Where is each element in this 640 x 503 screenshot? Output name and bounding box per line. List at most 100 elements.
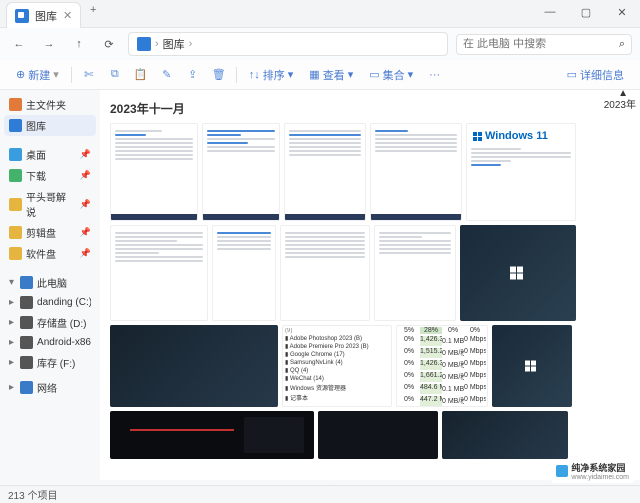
minimize-button[interactable]: — (532, 0, 568, 24)
paste-icon: 📋 (134, 68, 148, 81)
search-icon[interactable]: ⌕ (619, 38, 625, 51)
cut-button[interactable]: ✄ (78, 65, 100, 84)
details-button[interactable]: ▭ 详细信息 (561, 64, 630, 86)
thumbnail[interactable]: Windows 11 (466, 123, 576, 221)
titlebar: 图库 ✕ + — ▢ ✕ (0, 0, 640, 28)
new-button[interactable]: ⊕ 新建▾ (10, 64, 65, 86)
maximize-button[interactable]: ▢ (568, 0, 604, 24)
status-bar: 213 个项目 (0, 485, 640, 503)
cut-icon: ✄ (84, 68, 93, 81)
thumbnail[interactable] (110, 225, 208, 321)
address-bar: ← → ↑ ⟳ › 图库 › ⌕ (0, 28, 640, 60)
more-button[interactable]: ··· (423, 66, 446, 84)
chevron-right-icon: › (189, 38, 193, 50)
forward-button[interactable]: → (38, 33, 60, 55)
chevron-down-icon: ▾ (9, 277, 14, 288)
plus-icon: ⊕ (16, 68, 25, 81)
thumbnail[interactable]: 5%28%0%0%0%1,426.30.1 MB/秒0 Mbps0%1,515.… (396, 325, 488, 407)
pin-icon: 📌 (80, 227, 91, 238)
sidebar-drive-item[interactable]: ▸Android-x86 (E:) (4, 333, 96, 352)
refresh-button[interactable]: ⟳ (98, 33, 120, 55)
tab-close-icon[interactable]: ✕ (63, 9, 72, 22)
sidebar-gallery[interactable]: 图库 (4, 115, 96, 136)
pin-icon: 📌 (80, 170, 91, 181)
chevron-right-icon: ▸ (9, 297, 14, 308)
drive-icon (20, 296, 33, 309)
folder-icon (9, 148, 22, 161)
thumbnail[interactable] (442, 411, 568, 459)
thumbnail-grid: Windows 11 (9)▮ Adobe Photoshop 2023 (B)… (110, 123, 630, 459)
tab-title: 图库 (35, 8, 57, 24)
thumbnail[interactable] (280, 225, 370, 321)
delete-button[interactable]: 🗑 (208, 65, 230, 84)
share-button[interactable]: ⇪ (182, 65, 204, 84)
sidebar-drive-item[interactable]: ▸danding (C:) (4, 293, 96, 312)
up-button[interactable]: ↑ (68, 33, 90, 55)
folder-icon (9, 226, 22, 239)
copy-button[interactable]: ⧉ (104, 65, 126, 84)
tab-gallery[interactable]: 图库 ✕ (6, 2, 81, 28)
sidebar-quick-item[interactable]: 平头哥解说📌 (4, 186, 96, 222)
thumbnail[interactable] (110, 411, 314, 459)
drive-icon (20, 316, 33, 329)
collection-button[interactable]: ▭ 集合 ▾ (363, 64, 419, 86)
year-label: 2023年 (604, 96, 636, 111)
thumbnail[interactable] (110, 123, 198, 221)
new-tab-button[interactable]: + (81, 4, 105, 16)
pin-icon: 📌 (80, 149, 91, 160)
network-icon (20, 381, 33, 394)
window-controls: — ▢ ✕ (532, 0, 640, 24)
sidebar-this-pc[interactable]: ▾ 此电脑 (4, 272, 96, 293)
sidebar-quick-item[interactable]: 软件盘📌 (4, 243, 96, 264)
thumbnail[interactable] (374, 225, 456, 321)
pc-icon (20, 276, 33, 289)
thumbnail[interactable] (370, 123, 462, 221)
sidebar-quick-item[interactable]: 下载📌 (4, 165, 96, 186)
toolbar: ⊕ 新建▾ ✄ ⧉ 📋 ✎ ⇪ 🗑 ↑↓ 排序 ▾ ▦ 查看 ▾ ▭ 集合 ▾ … (0, 60, 640, 90)
thumbnail[interactable] (492, 325, 572, 407)
date-header: 2023年十一月 (110, 100, 630, 117)
rename-icon: ✎ (162, 68, 171, 81)
sidebar-quick-item[interactable]: 桌面📌 (4, 144, 96, 165)
sort-button[interactable]: ↑↓ 排序 ▾ (243, 64, 300, 86)
copy-icon: ⧉ (111, 68, 119, 81)
pin-icon: 📌 (80, 248, 91, 259)
gallery-tab-icon (15, 9, 29, 23)
folder-icon (9, 247, 22, 260)
drive-icon (20, 336, 33, 349)
sidebar-network[interactable]: ▸ 网络 (4, 377, 96, 398)
main-area: 主文件夹 图库 桌面📌下载📌平头哥解说📌剪辑盘📌软件盘📌 ▾ 此电脑 ▸dand… (0, 90, 640, 480)
thumbnail[interactable] (460, 225, 576, 321)
thumbnail[interactable] (202, 123, 280, 221)
thumbnail[interactable] (284, 123, 366, 221)
watermark-brand: 纯净系统家园 www.yidaimei.com (551, 459, 634, 483)
rename-button[interactable]: ✎ (156, 65, 178, 84)
watermark-logo-icon (556, 465, 568, 477)
back-button[interactable]: ← (8, 33, 30, 55)
thumbnail[interactable] (212, 225, 276, 321)
breadcrumb[interactable]: › 图库 › (128, 32, 448, 56)
sidebar-quick-item[interactable]: 剪辑盘📌 (4, 222, 96, 243)
search-input[interactable] (463, 38, 615, 50)
delete-icon: 🗑 (212, 68, 226, 81)
chevron-right-icon: ▸ (9, 382, 14, 393)
chevron-right-icon: ▸ (9, 357, 14, 368)
close-window-button[interactable]: ✕ (604, 0, 640, 24)
sidebar-drive-item[interactable]: ▸库存 (F:) (4, 352, 96, 373)
pin-icon: 📌 (80, 199, 91, 210)
paste-button[interactable]: 📋 (130, 65, 152, 84)
thumbnail[interactable]: (9)▮ Adobe Photoshop 2023 (B)▮ Adobe Pre… (282, 325, 392, 407)
breadcrumb-label: 图库 (163, 36, 185, 52)
gallery-icon (9, 119, 22, 132)
share-icon: ⇪ (188, 68, 197, 81)
thumbnail[interactable] (318, 411, 438, 459)
home-icon (9, 98, 22, 111)
sidebar-home[interactable]: 主文件夹 (4, 94, 96, 115)
view-button[interactable]: ▦ 查看 ▾ (303, 64, 359, 86)
thumbnail[interactable] (110, 325, 278, 407)
search-box[interactable]: ⌕ (456, 34, 632, 55)
folder-icon (9, 169, 22, 182)
sidebar-drive-item[interactable]: ▸存储盘 (D:) (4, 312, 96, 333)
chevron-right-icon: ▸ (9, 317, 14, 328)
item-count: 213 个项目 (8, 487, 57, 502)
